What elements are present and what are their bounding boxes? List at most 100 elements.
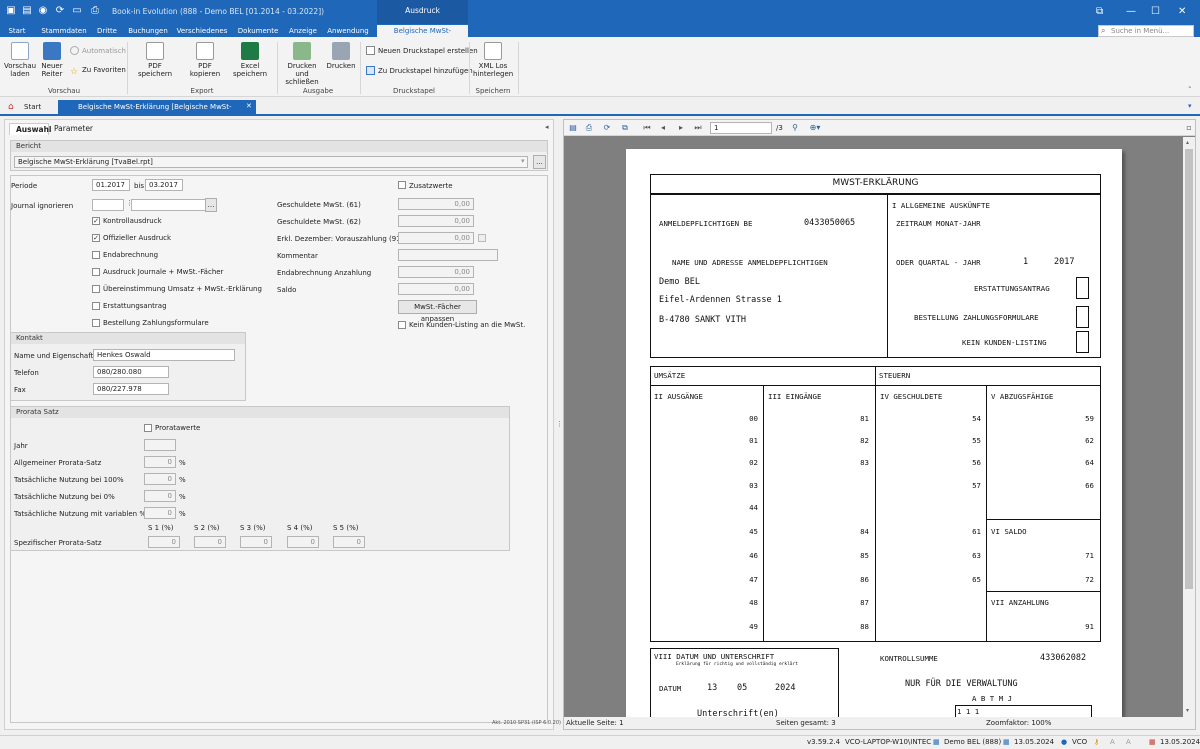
prorata-werte-checkbox[interactable] — [144, 424, 152, 432]
refresh-preview-icon[interactable]: ⟳ — [602, 123, 612, 133]
automatisch-button[interactable]: Automatisch — [70, 46, 126, 55]
screen-icon[interactable]: ▭ — [71, 5, 83, 17]
copy-preview-icon[interactable]: ⧉ — [620, 123, 630, 133]
xml-los-button[interactable]: XML Los hinterlegen — [473, 42, 513, 78]
minimize-icon[interactable]: — — [1126, 6, 1136, 17]
scroll-thumb[interactable] — [1185, 149, 1193, 589]
vorschau-laden-button[interactable]: Vorschau laden — [4, 42, 36, 78]
erkl91-checkbox[interactable] — [478, 234, 486, 242]
kommentar-input[interactable] — [398, 249, 498, 261]
endabrechnung-checkbox[interactable] — [92, 251, 100, 259]
erkl91-input[interactable]: 0,00 — [398, 232, 474, 244]
s5-input[interactable]: 0 — [333, 536, 365, 548]
offizieller-checkbox[interactable]: ✓ — [92, 234, 100, 242]
zoom-icon[interactable]: ⊕▾ — [807, 123, 823, 133]
pdf-kopieren-button[interactable]: PDF kopieren — [182, 42, 228, 78]
gesch62-input[interactable]: 0,00 — [398, 215, 474, 227]
binoculars-icon[interactable]: ⚲ — [790, 123, 800, 133]
bestellung-checkbox[interactable] — [92, 319, 100, 327]
page-number-input[interactable]: 1 — [710, 122, 772, 134]
last-page-icon[interactable]: ⏭ — [693, 123, 703, 133]
s4-input[interactable]: 0 — [287, 536, 319, 548]
jahr-input[interactable] — [144, 439, 176, 451]
s3-input[interactable]: 0 — [240, 536, 272, 548]
back-icon[interactable]: ◉ — [37, 5, 49, 17]
periode-to-input[interactable]: 03.2017 — [145, 179, 183, 191]
collapse-panel-icon[interactable]: ◂ — [545, 123, 549, 131]
next-page-icon[interactable]: ▸ — [676, 123, 686, 133]
kontrollausdruck-checkbox[interactable]: ✓ — [92, 217, 100, 225]
font-increase-icon[interactable]: A — [1110, 736, 1115, 749]
print-icon[interactable]: ⎙ — [89, 5, 101, 17]
tab-list-icon[interactable]: ▾ — [1188, 102, 1192, 110]
tab-anwendung[interactable]: Anwendung — [326, 25, 370, 37]
search-input[interactable]: Suche in Menü... — [1098, 25, 1194, 37]
drucken-schliessen-button[interactable]: Drucken und schließen — [280, 42, 324, 86]
name-input[interactable]: Henkes Oswald — [93, 349, 235, 361]
kein-kunden-checkbox[interactable] — [398, 321, 406, 329]
tab-anzeige[interactable]: Anzeige — [286, 25, 320, 37]
uebereinstimmung-checkbox[interactable] — [92, 285, 100, 293]
allgemeiner-input[interactable]: 0 — [144, 456, 176, 468]
maximize-icon[interactable]: ☐ — [1151, 6, 1160, 17]
erstattungsantrag-checkbox[interactable] — [92, 302, 100, 310]
periode-from-input[interactable]: 01.2017 — [92, 179, 130, 191]
nutzung-var-input[interactable]: 0 — [144, 507, 176, 519]
zusatzwerte-checkbox[interactable] — [398, 181, 406, 189]
gesch61-input[interactable]: 0,00 — [398, 198, 474, 210]
splitter-handle[interactable]: ⋮ — [556, 420, 563, 430]
s1-input[interactable]: 0 — [148, 536, 180, 548]
first-page-icon[interactable]: ⏮ — [642, 123, 652, 133]
kein: KEIN KUNDEN-LISTING — [962, 338, 1047, 347]
print-preview-icon[interactable]: ⎙ — [584, 123, 594, 133]
journal-more-button[interactable]: … — [205, 198, 217, 212]
save-icon[interactable]: ▤ — [21, 5, 33, 17]
drucken-button[interactable]: Drucken — [326, 42, 356, 70]
tab-dritte[interactable]: Dritte — [93, 25, 121, 37]
save-preview-icon[interactable]: ▤ — [568, 123, 578, 133]
neuer-reiter-button[interactable]: Neuer Reiter — [38, 42, 66, 78]
scroll-up-icon[interactable]: ▴ — [1186, 139, 1189, 146]
zu-favoriten-button[interactable]: ☆ Zu Favoriten — [70, 66, 126, 77]
tab-parameter[interactable]: Parameter — [54, 123, 98, 135]
saldo-input[interactable]: 0,00 — [398, 283, 474, 295]
tab-auswahl[interactable]: Auswahl — [9, 123, 52, 135]
journal-from-input[interactable] — [92, 199, 124, 211]
s2-input[interactable]: 0 — [194, 536, 226, 548]
nutzung100-input[interactable]: 0 — [144, 473, 176, 485]
close-icon[interactable]: ✕ — [1178, 6, 1186, 17]
date-status[interactable]: 13.05.2024 — [1014, 736, 1054, 749]
nutzung0-input[interactable]: 0 — [144, 490, 176, 502]
prev-page-icon[interactable]: ◂ — [658, 123, 668, 133]
zu-druckstapel-button[interactable]: Zu Druckstapel hinzufügen — [366, 66, 473, 75]
tab-dokumente[interactable]: Dokumente — [236, 25, 280, 37]
tab-belgische-mwst[interactable]: Belgische MwSt-Erklärung — [377, 25, 468, 47]
collapse-ribbon-icon[interactable]: ˄ — [1188, 86, 1192, 94]
font-decrease-icon[interactable]: A — [1126, 736, 1131, 749]
panel-close-icon[interactable]: ▫ — [1184, 123, 1194, 133]
anmelde-nr: 0433050065 — [804, 218, 856, 228]
doc-tab-belgische-mwst[interactable]: Belgische MwSt-Erklärung [Belgische MwSt… — [58, 100, 256, 126]
excel-speichern-button[interactable]: Excel speichern — [230, 42, 270, 78]
restore-icon[interactable]: ⧉ — [1096, 6, 1103, 17]
telefon-input[interactable]: 080/280.080 — [93, 366, 169, 378]
scroll-down-icon[interactable]: ▾ — [1186, 707, 1189, 714]
close-tab-icon[interactable]: ✕ — [246, 102, 252, 110]
pdf-speichern-button[interactable]: PDF speichern — [132, 42, 178, 78]
refresh-icon[interactable]: ⟳ — [54, 5, 66, 17]
bericht-select[interactable]: Belgische MwSt-Erklärung [TvaBel.rpt] — [14, 156, 528, 168]
endabrechnung-anzahlung-input[interactable]: 0,00 — [398, 266, 474, 278]
mwst-faecher-button[interactable]: MwSt.-Fächer anpassen — [398, 300, 477, 323]
tab-verschiedenes[interactable]: Verschiedenes — [176, 25, 228, 37]
neuen-druckstapel-button[interactable]: Neuen Druckstapel erstellen — [366, 46, 478, 55]
vertical-scrollbar[interactable]: ▴ ▾ — [1183, 137, 1195, 717]
journal-to-input[interactable] — [131, 199, 206, 211]
company-status[interactable]: Demo BEL (888) — [944, 736, 1001, 749]
fax-input[interactable]: 080/227.978 — [93, 383, 169, 395]
tab-buchungen[interactable]: Buchungen — [128, 25, 168, 37]
bericht-more-button[interactable]: ... — [533, 155, 546, 169]
tab-stammdaten[interactable]: Stammdaten — [40, 25, 88, 37]
ausdruck-journale-checkbox[interactable] — [92, 268, 100, 276]
user-status[interactable]: VCO — [1072, 736, 1087, 749]
tab-start[interactable]: Start — [4, 25, 30, 37]
